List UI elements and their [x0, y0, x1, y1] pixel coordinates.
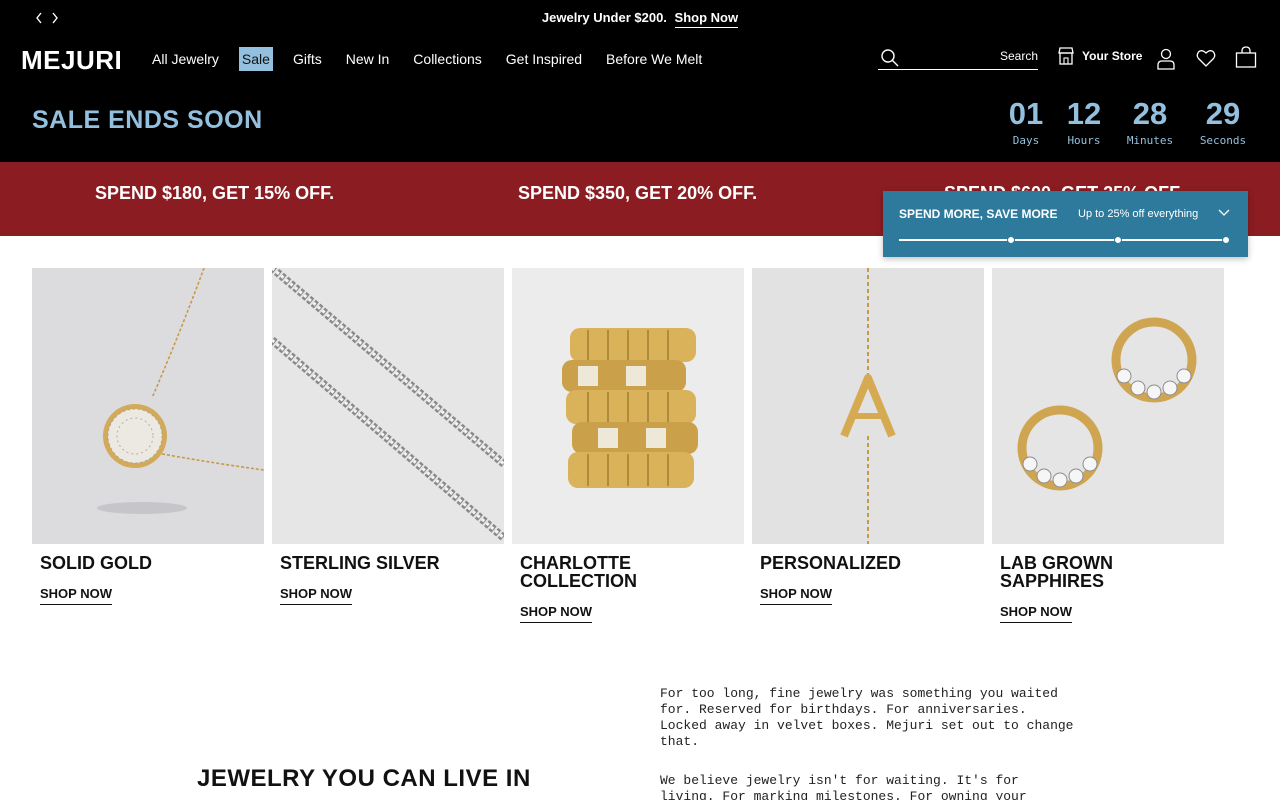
category-name: LAB GROWN SAPPHIRES — [1000, 553, 1113, 591]
countdown-days-value: 01 — [1008, 96, 1044, 131]
category-image-charlotte-collection[interactable] — [512, 268, 744, 544]
shop-now-link[interactable]: SHOP NOW — [40, 586, 112, 605]
progress-marker-3 — [1222, 236, 1230, 244]
sale-countdown: SALE ENDS SOON 01 Days 12 Hours 28 Minut… — [0, 82, 1280, 162]
countdown-seconds-value: 29 — [1205, 96, 1241, 131]
countdown-hours-label: Hours — [1067, 134, 1101, 147]
countdown-hours-value: 12 — [1066, 96, 1102, 131]
site-header: MEJURI All Jewelry Sale Gifts New In Col… — [0, 36, 1280, 82]
countdown-minutes-label: Minutes — [1126, 134, 1174, 147]
store-icon — [1058, 47, 1074, 65]
category-card-solid-gold[interactable]: SOLID GOLD SHOP NOW — [32, 268, 264, 605]
category-card-personalized[interactable]: PERSONALIZED SHOP NOW — [752, 268, 984, 605]
shop-now-link[interactable]: SHOP NOW — [520, 604, 592, 623]
category-name: CHARLOTTE COLLECTION — [520, 553, 637, 591]
account-icon[interactable] — [1157, 48, 1175, 70]
nav-sale[interactable]: Sale — [238, 47, 273, 71]
your-store-link[interactable]: Your Store — [1058, 47, 1142, 65]
category-card-sterling-silver[interactable]: STERLING SILVER SHOP NOW — [272, 268, 504, 605]
countdown-days: 01 Days — [1006, 96, 1046, 147]
category-card-lab-grown-sapphires[interactable]: LAB GROWN SAPPHIRES SHOP NOW — [992, 268, 1224, 623]
countdown-minutes: 28 Minutes — [1124, 96, 1176, 147]
story-paragraph-1: For too long, fine jewelry was something… — [660, 686, 1074, 749]
chevron-down-icon[interactable] — [1218, 209, 1230, 217]
shop-now-link[interactable]: SHOP NOW — [280, 586, 352, 605]
promo-tier-2: SPEND $350, GET 20% OFF. — [518, 183, 758, 203]
category-name: SOLID GOLD — [40, 553, 152, 573]
category-image-lab-grown-sapphires[interactable] — [992, 268, 1224, 544]
nav-get-inspired[interactable]: Get Inspired — [502, 47, 586, 71]
progress-track — [899, 236, 1230, 244]
nav-before-we-melt[interactable]: Before We Melt — [602, 47, 706, 71]
search-input[interactable]: Search — [878, 48, 1038, 70]
spend-more-widget[interactable]: SPEND MORE, SAVE MORE Up to 25% off ever… — [883, 191, 1248, 257]
logo[interactable]: MEJURI — [21, 45, 122, 76]
nav-gifts[interactable]: Gifts — [289, 47, 326, 71]
store-label: Your Store — [1082, 49, 1143, 63]
shop-now-link[interactable]: SHOP NOW — [1000, 604, 1072, 623]
story-title: JEWELRY YOU CAN LIVE IN — [197, 765, 531, 792]
countdown-days-label: Days — [1012, 134, 1040, 147]
category-image-solid-gold[interactable] — [32, 268, 264, 544]
heart-icon[interactable] — [1196, 48, 1216, 68]
nav-all-jewelry[interactable]: All Jewelry — [148, 47, 223, 71]
announcement-bar: Jewelry Under $200. Shop Now — [0, 0, 1280, 36]
nav-collections[interactable]: Collections — [409, 47, 485, 71]
main-nav: All Jewelry Sale Gifts New In Collection… — [148, 47, 722, 71]
category-card-charlotte-collection[interactable]: CHARLOTTE COLLECTION SHOP NOW — [512, 268, 744, 623]
shop-now-link[interactable]: SHOP NOW — [760, 586, 832, 605]
countdown-seconds-label: Seconds — [1199, 134, 1247, 147]
category-image-personalized[interactable] — [752, 268, 984, 544]
nav-new-in[interactable]: New In — [342, 47, 394, 71]
story-paragraph-2: We believe jewelry isn't for waiting. It… — [660, 773, 1027, 800]
promo-tier-1: SPEND $180, GET 15% OFF. — [95, 183, 335, 203]
progress-marker-1 — [1007, 236, 1015, 244]
countdown-minutes-value: 28 — [1132, 96, 1168, 131]
search-label: Search — [999, 49, 1038, 63]
countdown-title: SALE ENDS SOON — [32, 106, 263, 134]
category-image-sterling-silver[interactable] — [272, 268, 504, 544]
progress-marker-2 — [1114, 236, 1122, 244]
announcement-text: Jewelry Under $200. — [541, 10, 667, 25]
category-name: STERLING SILVER — [280, 553, 440, 573]
countdown-hours: 12 Hours — [1062, 96, 1106, 147]
announcement-shop-link[interactable]: Shop Now — [674, 10, 739, 28]
story-text: For too long, fine jewelry was something… — [660, 686, 1080, 800]
announcement-message: Jewelry Under $200. Shop Now — [0, 10, 1280, 28]
bag-icon[interactable] — [1235, 46, 1257, 68]
search-icon — [881, 49, 899, 67]
widget-subtitle: Up to 25% off everything — [1078, 208, 1199, 220]
widget-title: SPEND MORE, SAVE MORE — [899, 207, 1058, 221]
countdown-seconds: 29 Seconds — [1196, 96, 1250, 147]
category-name: PERSONALIZED — [760, 553, 902, 573]
